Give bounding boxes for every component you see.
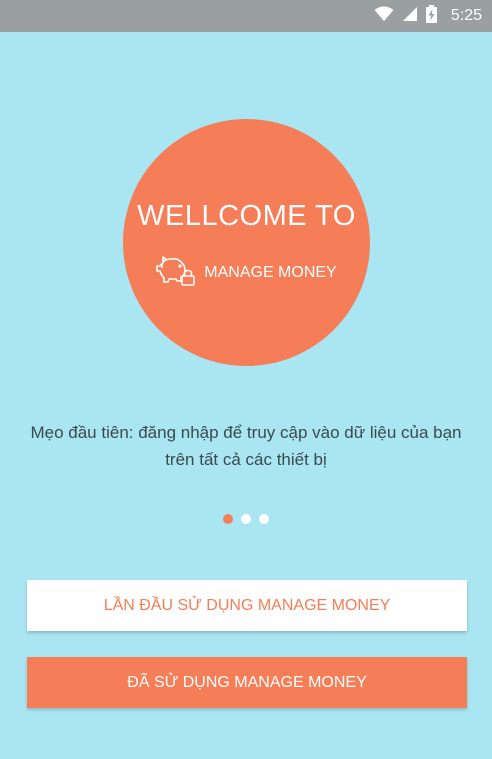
app-name-row: MANAGE MONEY [123, 254, 370, 291]
welcome-title: WELLCOME TO [137, 200, 356, 232]
page-indicator [0, 514, 492, 524]
status-bar: 5:25 [0, 0, 492, 32]
signal-icon [402, 6, 418, 27]
tip-text: Mẹo đầu tiên: đăng nhập để truy cập vào … [30, 423, 462, 469]
status-time: 5:25 [450, 7, 482, 24]
battery-charging-icon [425, 4, 437, 28]
piggy-bank-lock-icon [156, 254, 196, 291]
welcome-circle: WELLCOME TO MANAGE MONEY [123, 119, 370, 366]
wifi-icon [374, 6, 394, 27]
status-icons: 5:25 [374, 0, 482, 32]
first-time-button[interactable]: LẦN ĐẦU SỬ DỤNG MANAGE MONEY [27, 580, 467, 631]
page-dot-1[interactable] [223, 514, 233, 524]
already-used-button[interactable]: ĐÃ SỬ DỤNG MANAGE MONEY [27, 657, 467, 708]
page-dot-2[interactable] [241, 514, 251, 524]
app-name: MANAGE MONEY [204, 263, 337, 281]
page-dot-3[interactable] [259, 514, 269, 524]
